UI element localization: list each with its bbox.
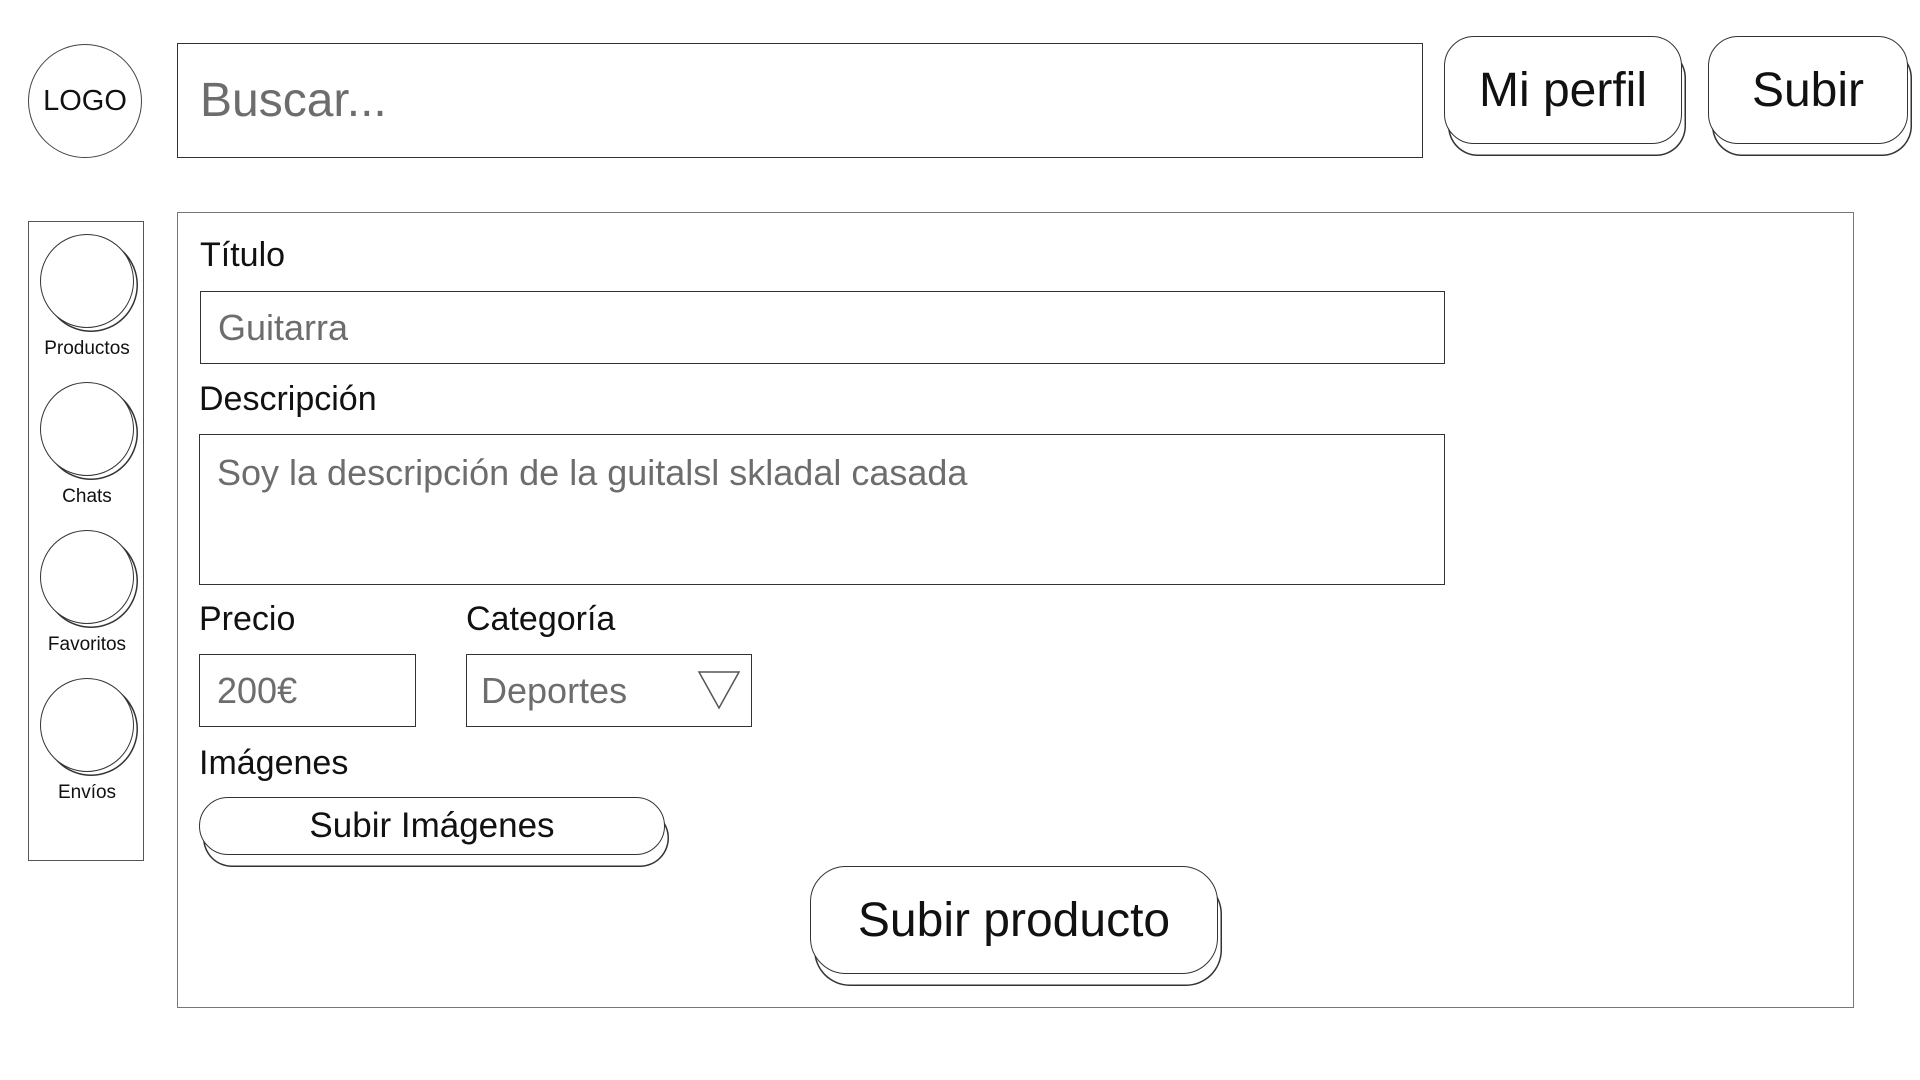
my-profile-button[interactable]: Mi perfil: [1444, 36, 1682, 144]
dropdown-triangle-icon[interactable]: [697, 669, 741, 711]
description-textarea[interactable]: Soy la descripción de la guitalsl sklada…: [199, 434, 1445, 585]
envios-icon: [40, 678, 134, 772]
sidebar-item-label: Chats: [62, 486, 112, 507]
category-select[interactable]: Deportes: [466, 654, 752, 727]
productos-icon: [40, 234, 134, 328]
chats-icon: [40, 382, 134, 476]
sidebar-item-chats[interactable]: Chats: [29, 382, 145, 508]
images-label: Imágenes: [199, 744, 349, 782]
search-input[interactable]: Buscar...: [177, 43, 1423, 158]
price-label: Precio: [199, 600, 296, 638]
sidebar-item-envios[interactable]: Envíos: [29, 678, 145, 804]
upload-button[interactable]: Subir: [1708, 36, 1908, 144]
search-placeholder: Buscar...: [200, 74, 387, 127]
favoritos-icon: [40, 530, 134, 624]
sidebar-item-label: Favoritos: [47, 634, 127, 655]
sidebar: Productos Chats Favoritos Envíos: [28, 221, 144, 861]
sidebar-item-label: Productos: [44, 338, 130, 359]
price-value: 200€: [217, 669, 298, 711]
upload-images-button[interactable]: Subir Imágenes: [199, 797, 665, 855]
submit-product-button[interactable]: Subir producto: [810, 866, 1218, 974]
description-value: Soy la descripción de la guitalsl sklada…: [217, 452, 968, 493]
title-value: Guitarra: [218, 306, 349, 348]
sidebar-item-label: Envíos: [57, 782, 117, 803]
description-label: Descripción: [199, 380, 377, 418]
title-label: Título: [200, 236, 286, 274]
sidebar-item-favoritos[interactable]: Favoritos: [29, 530, 145, 656]
category-value: Deportes: [481, 669, 628, 711]
sidebar-item-productos[interactable]: Productos: [29, 234, 145, 360]
logo[interactable]: LOGO: [28, 44, 142, 158]
price-input[interactable]: 200€: [199, 654, 416, 727]
title-input[interactable]: Guitarra: [200, 291, 1445, 364]
category-label: Categoría: [466, 600, 616, 638]
